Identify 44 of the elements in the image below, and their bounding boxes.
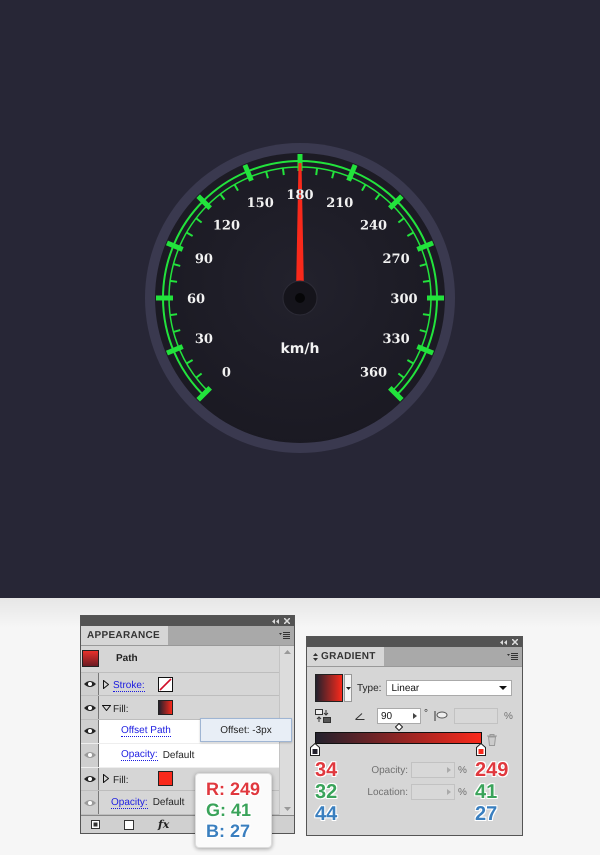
stroke-link[interactable]: Stroke: xyxy=(113,680,145,692)
field-label: Opacity: xyxy=(370,764,409,776)
annotation-number: 34 xyxy=(315,759,338,781)
panel-tab-label: GRADIENT xyxy=(321,651,376,662)
field-label: Location: xyxy=(366,786,409,798)
panel-tab[interactable]: GRADIENT xyxy=(307,647,384,666)
panel-tab[interactable]: APPEARANCE xyxy=(81,626,168,645)
opacity-value: Default xyxy=(152,797,184,808)
tooltip: Offset: -3px xyxy=(200,718,292,742)
unit-label: % xyxy=(504,710,513,722)
scale-label: 330 xyxy=(382,332,410,347)
scale-label: 210 xyxy=(326,196,354,211)
fx-button[interactable]: fx xyxy=(158,818,170,831)
effect-link[interactable]: Offset Path xyxy=(121,725,171,738)
unit-label: % xyxy=(457,786,468,798)
unit-label: % xyxy=(457,764,468,776)
opacity-value: Default xyxy=(162,750,194,761)
annotation-number: 27 xyxy=(475,803,498,825)
scale-label: 60 xyxy=(186,292,206,307)
type-select[interactable]: Linear xyxy=(386,680,512,696)
unit-label: km/h xyxy=(280,341,320,357)
scale-label: 300 xyxy=(390,292,418,307)
scale-label: 120 xyxy=(212,218,240,234)
object-name: Path xyxy=(116,653,138,664)
type-label: Type: xyxy=(357,682,382,694)
scale-label: 240 xyxy=(360,218,388,234)
annotation-text: R: 249 xyxy=(206,779,262,800)
opacity-link[interactable]: Opacity: xyxy=(111,796,148,809)
fill-label: Fill: xyxy=(113,704,129,715)
scale-label: 0 xyxy=(222,366,231,381)
opacity-link[interactable]: Opacity: xyxy=(121,749,158,762)
fill-label: Fill: xyxy=(113,774,129,786)
annotation-text: G: 41 xyxy=(206,800,252,821)
annotation-number: 44 xyxy=(315,803,338,825)
annotation-number: 41 xyxy=(475,781,498,803)
scale-label: 360 xyxy=(360,366,388,381)
scale-label: 150 xyxy=(246,196,274,211)
annotation-number: 32 xyxy=(315,781,338,803)
annotation-text: B: 27 xyxy=(206,821,252,842)
scale-label: 30 xyxy=(194,332,213,347)
degree-sign: ° xyxy=(424,708,428,719)
scale-label: 90 xyxy=(194,252,213,268)
annotation-number: 249 xyxy=(475,759,510,781)
scale-label: 270 xyxy=(382,252,410,268)
